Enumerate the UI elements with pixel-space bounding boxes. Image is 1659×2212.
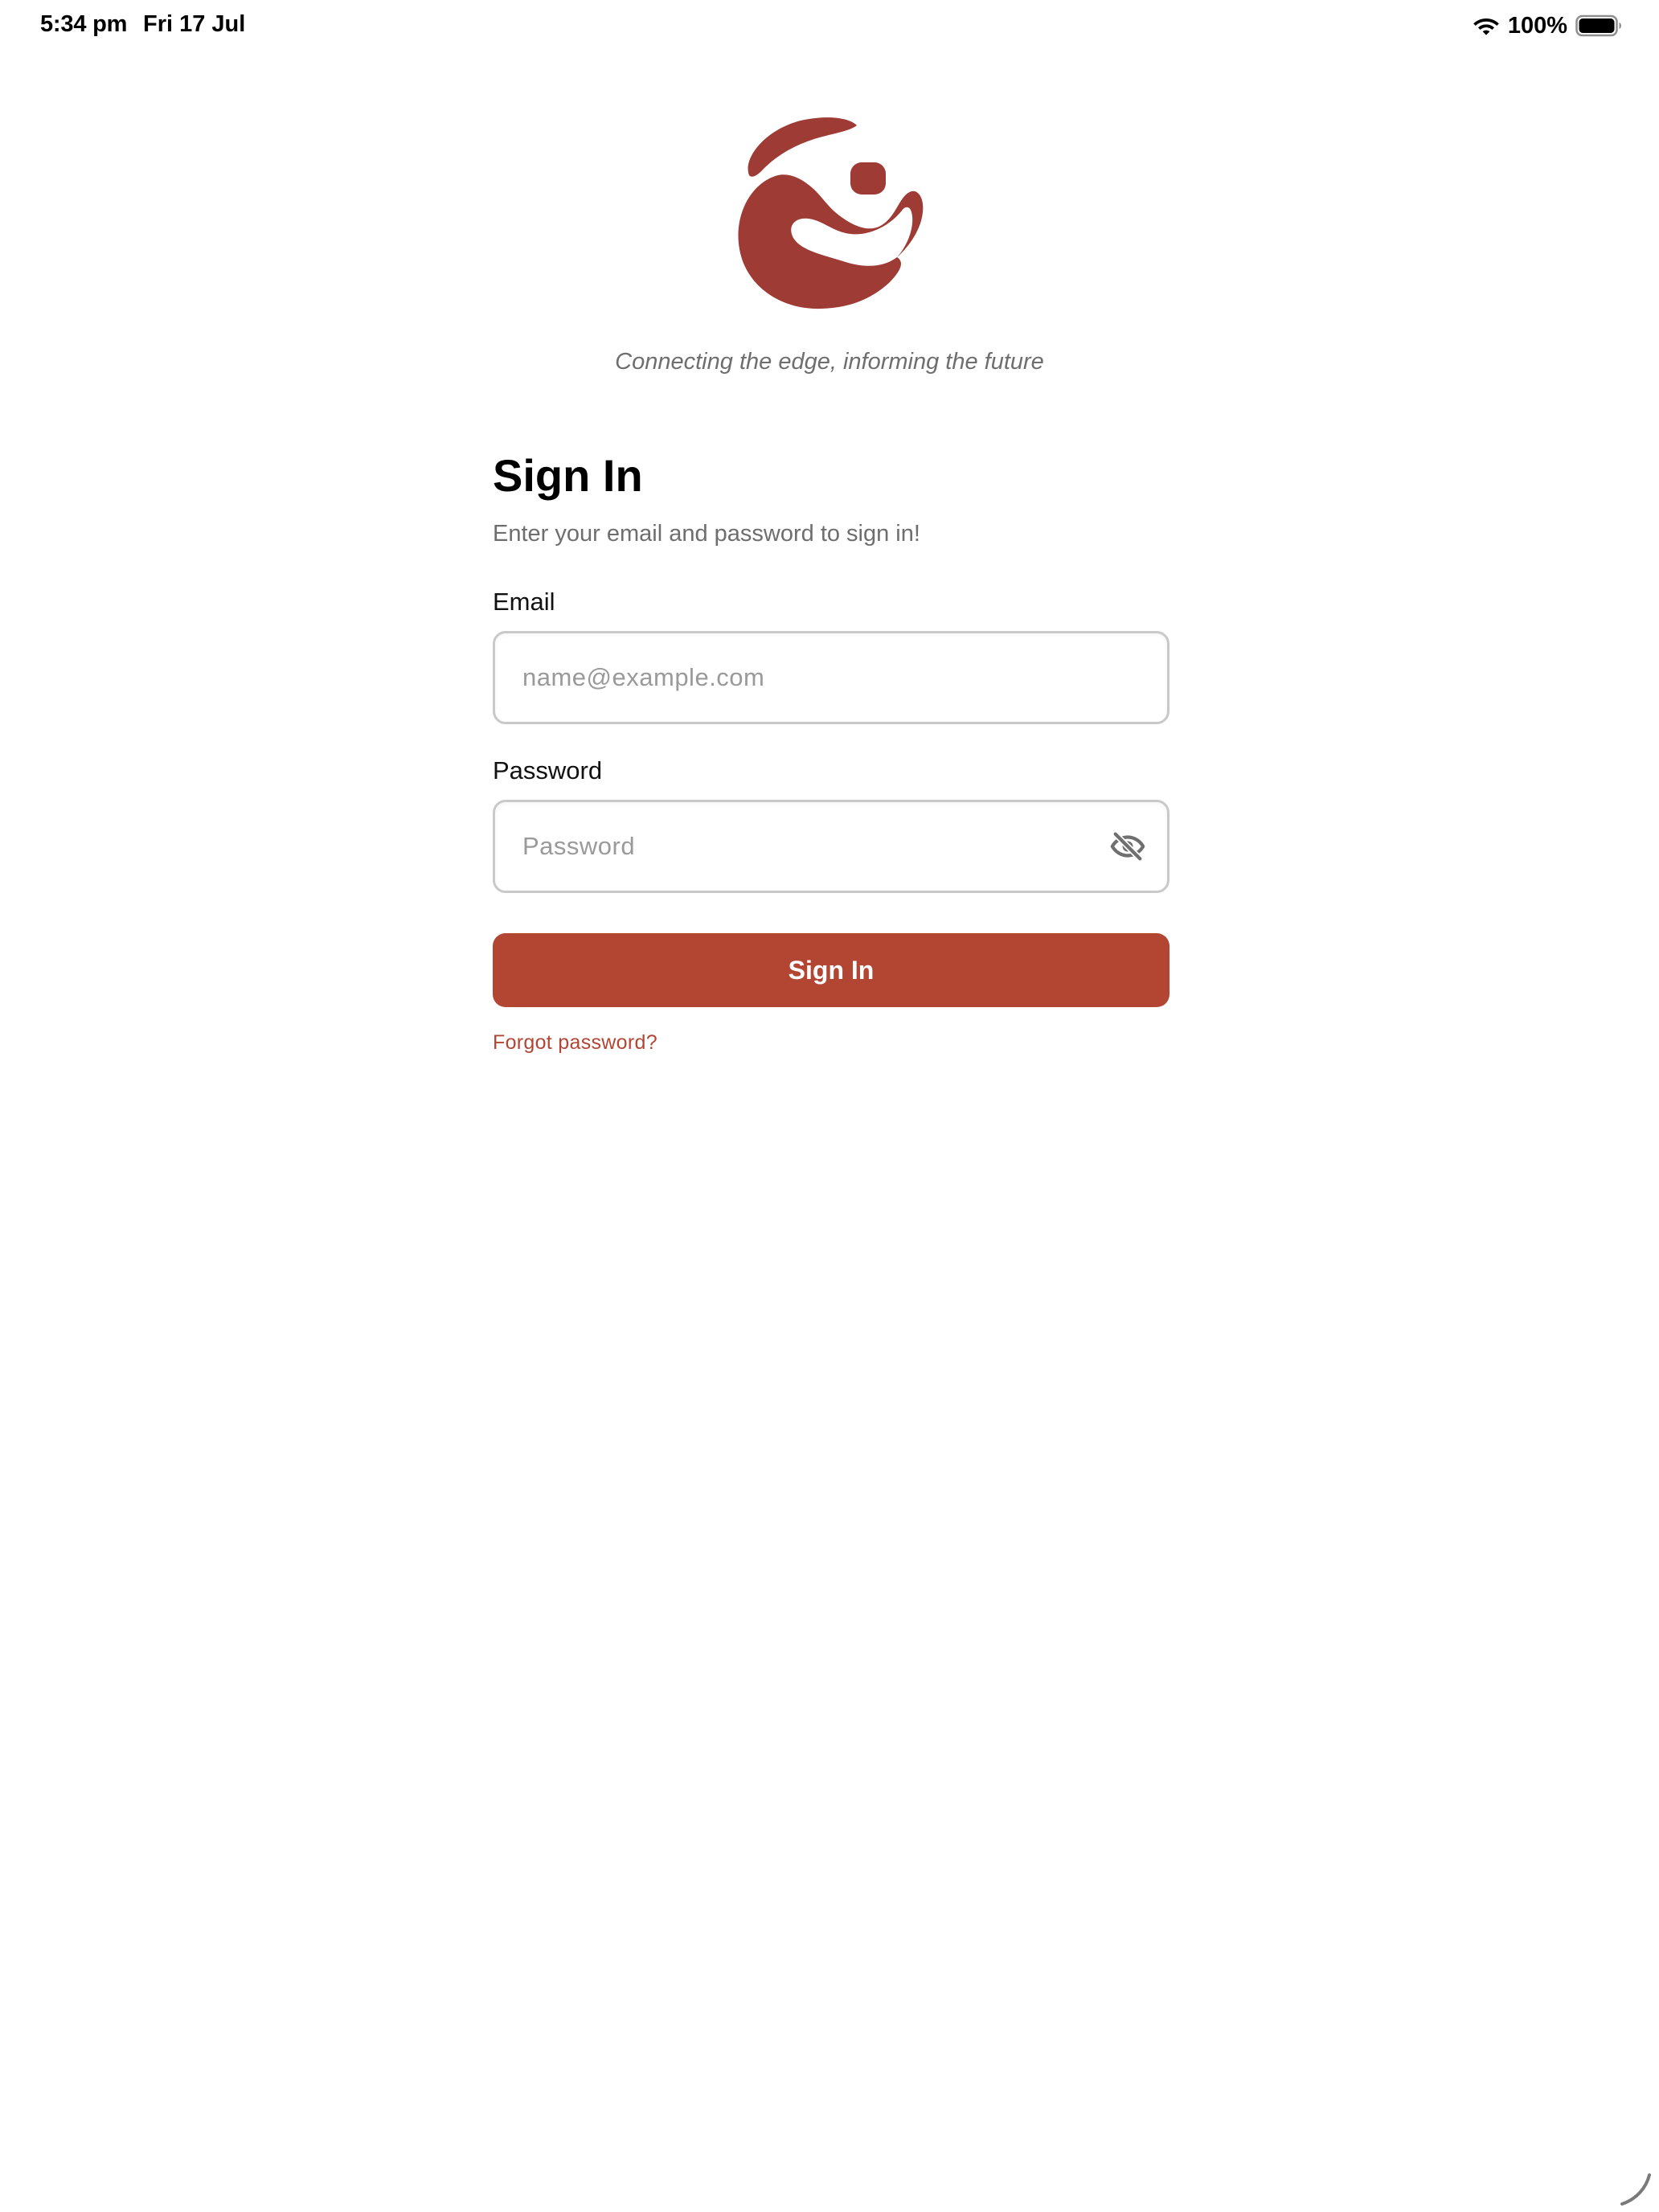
corner-swipe-indicator bbox=[1611, 2164, 1659, 2212]
password-field-container bbox=[493, 800, 1169, 894]
email-field-container bbox=[493, 631, 1169, 725]
password-label: Password bbox=[493, 756, 603, 785]
page-subtitle: Enter your email and password to sign in… bbox=[493, 521, 920, 547]
sign-in-form: Sign In Enter your email and password to… bbox=[493, 450, 1169, 1055]
email-field[interactable] bbox=[495, 633, 1167, 723]
battery-percentage: 100% bbox=[1507, 12, 1567, 39]
status-date: Fri 17 Jul bbox=[143, 11, 246, 37]
email-label: Email bbox=[493, 588, 555, 616]
status-bar: 5:34 pm Fri 17 Jul 100% bbox=[0, 0, 1659, 51]
status-indicators: 100% bbox=[1473, 11, 1622, 40]
eye-off-icon[interactable] bbox=[1109, 828, 1146, 865]
status-time: 5:34 pm bbox=[40, 11, 128, 37]
page-title: Sign In bbox=[493, 450, 643, 501]
sign-in-button[interactable]: Sign In bbox=[493, 933, 1169, 1008]
brand-logo-icon bbox=[731, 113, 932, 322]
brand-tagline: Connecting the edge, informing the futur… bbox=[615, 349, 1044, 375]
forgot-password-link[interactable]: Forgot password? bbox=[493, 1031, 657, 1055]
wifi-icon bbox=[1473, 15, 1500, 36]
password-field[interactable] bbox=[495, 802, 1167, 891]
battery-icon bbox=[1575, 14, 1622, 37]
